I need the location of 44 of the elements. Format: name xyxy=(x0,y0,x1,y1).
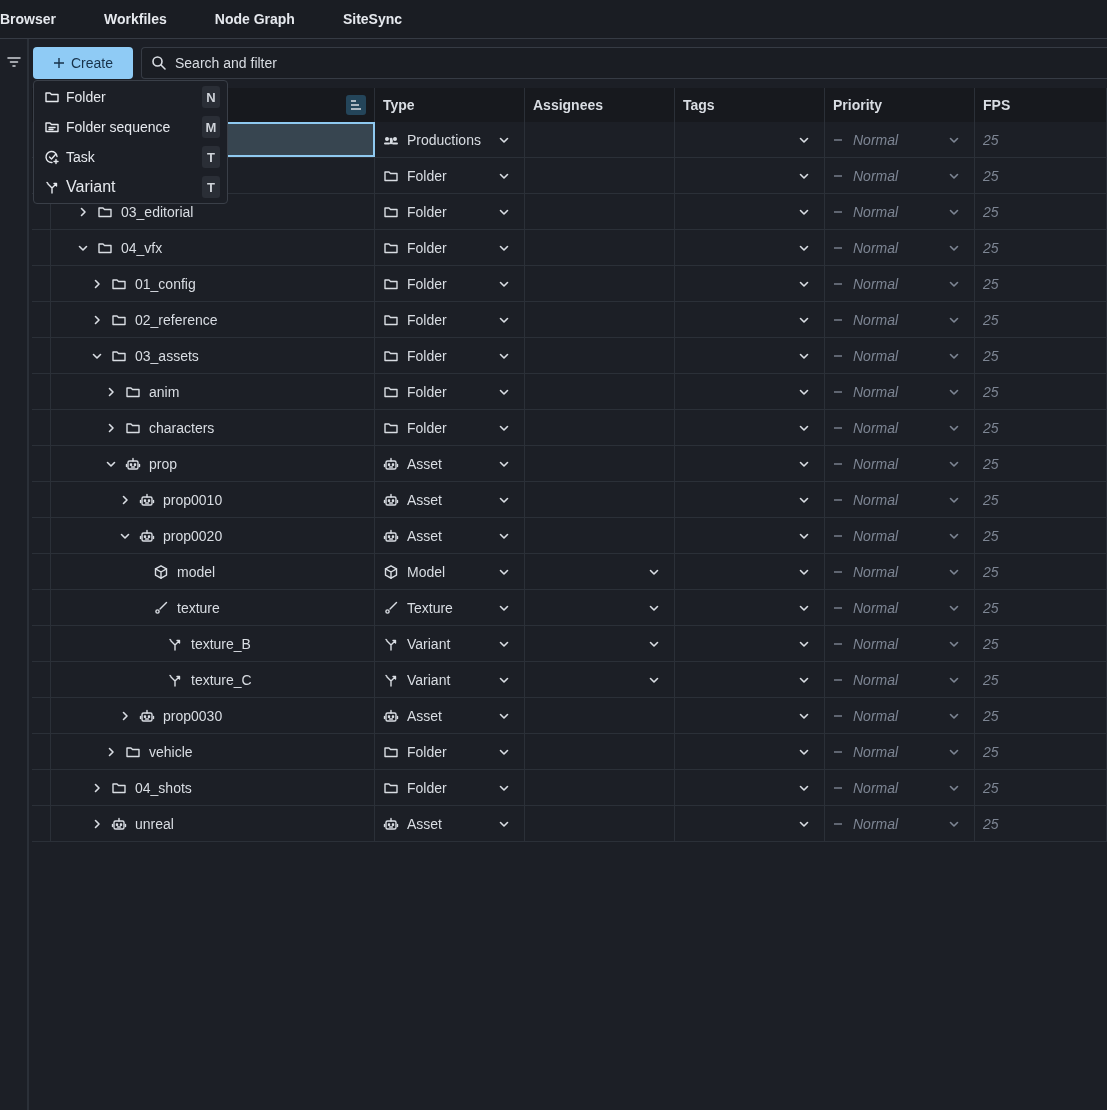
type-label: Variant xyxy=(407,635,451,652)
shortcut-key: T xyxy=(202,146,220,168)
fps-value: 25 xyxy=(983,419,999,436)
type-label: Asset xyxy=(407,707,442,724)
fps-value: 25 xyxy=(983,527,999,544)
fps-value: 25 xyxy=(983,599,999,616)
shortcut-key: T xyxy=(202,176,220,198)
fps-value: 25 xyxy=(983,491,999,508)
fps-value: 25 xyxy=(983,455,999,472)
type-label: Variant xyxy=(407,671,451,688)
fps-value: 25 xyxy=(983,203,999,220)
fps-value: 25 xyxy=(983,743,999,760)
type-label: Folder xyxy=(407,203,447,220)
fps-value: 25 xyxy=(983,815,999,832)
type-label: Texture xyxy=(407,599,453,616)
fps-value: 25 xyxy=(983,383,999,400)
fps-value: 25 xyxy=(983,707,999,724)
type-label: Folder xyxy=(407,743,447,760)
fps-value: 25 xyxy=(983,239,999,256)
type-label: Asset xyxy=(407,455,442,472)
type-label: Folder xyxy=(407,383,447,400)
type-label: Folder xyxy=(407,779,447,796)
fps-value: 25 xyxy=(983,347,999,364)
type-label: Folder xyxy=(407,275,447,292)
type-label: Asset xyxy=(407,815,442,832)
type-label: Folder xyxy=(407,167,447,184)
fps-value: 25 xyxy=(983,635,999,652)
shortcut-key: N xyxy=(202,86,220,108)
fps-value: 25 xyxy=(983,131,999,148)
type-label: Folder xyxy=(407,347,447,364)
type-label: Asset xyxy=(407,491,442,508)
type-label: Folder xyxy=(407,311,447,328)
fps-value: 25 xyxy=(983,311,999,328)
fps-value: 25 xyxy=(983,671,999,688)
fps-value: 25 xyxy=(983,167,999,184)
type-label: Folder xyxy=(407,239,447,256)
fps-value: 25 xyxy=(983,275,999,292)
type-label: Model xyxy=(407,563,446,580)
type-label: Folder xyxy=(407,419,447,436)
fps-value: 25 xyxy=(983,779,999,796)
fps-value: 25 xyxy=(983,563,999,580)
type-label: Productions xyxy=(407,131,481,148)
shortcut-key: M xyxy=(202,116,220,138)
type-label: Asset xyxy=(407,527,442,544)
